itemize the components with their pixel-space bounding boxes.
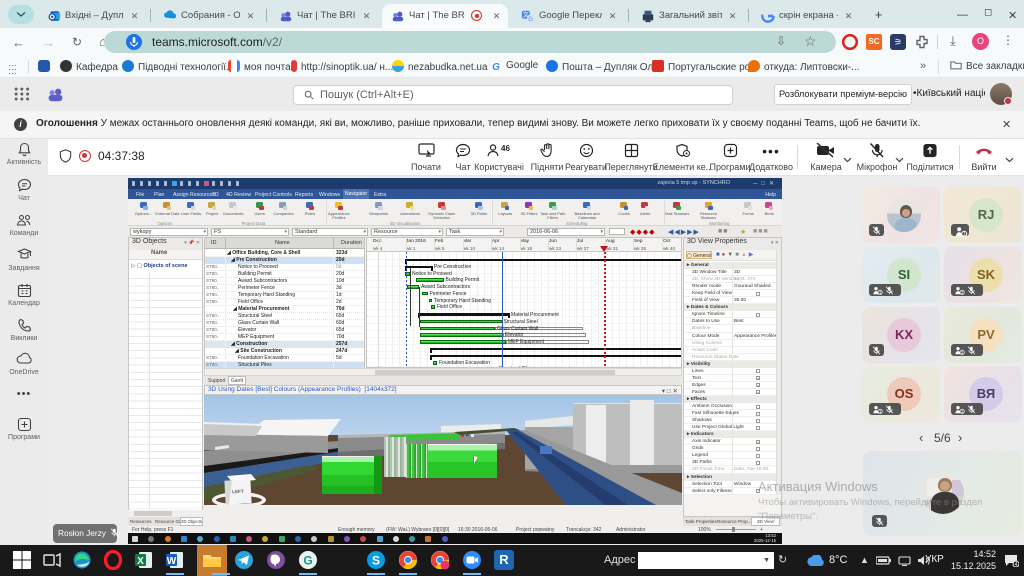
svg-text:4: 4: [1014, 562, 1017, 567]
svg-text:1: 1: [963, 232, 966, 237]
svg-text:W: W: [167, 556, 177, 567]
svg-text:G: G: [528, 16, 533, 23]
svg-text:S: S: [372, 554, 380, 568]
svg-text:46: 46: [501, 144, 510, 153]
svg-text:G: G: [303, 554, 312, 568]
svg-text:X: X: [137, 556, 144, 567]
